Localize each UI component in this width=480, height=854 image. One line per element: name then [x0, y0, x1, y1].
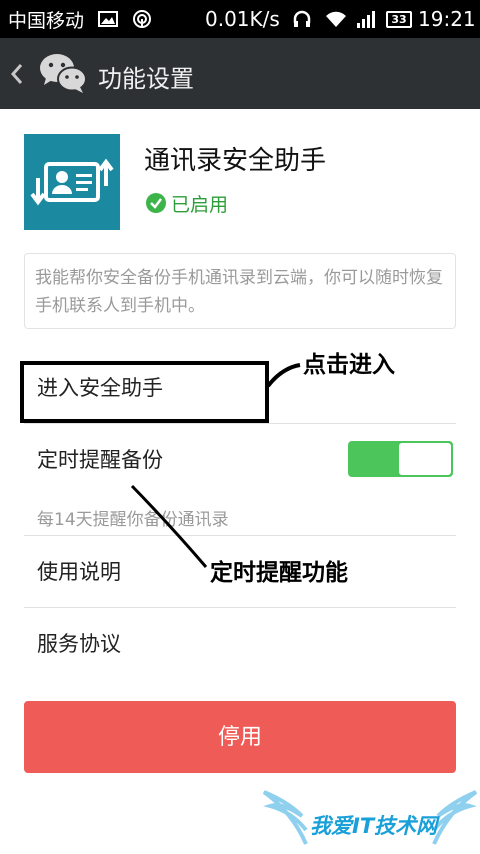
annotation-timed-reminder: 定时提醒功能 — [210, 560, 348, 586]
annotation-click-enter: 点击进入 — [303, 352, 395, 378]
watermark-text: 我爱IT技术网 — [310, 814, 438, 838]
site-watermark: 我爱IT技术网 — [262, 782, 478, 852]
annotation-pointer-lines — [130, 363, 301, 568]
